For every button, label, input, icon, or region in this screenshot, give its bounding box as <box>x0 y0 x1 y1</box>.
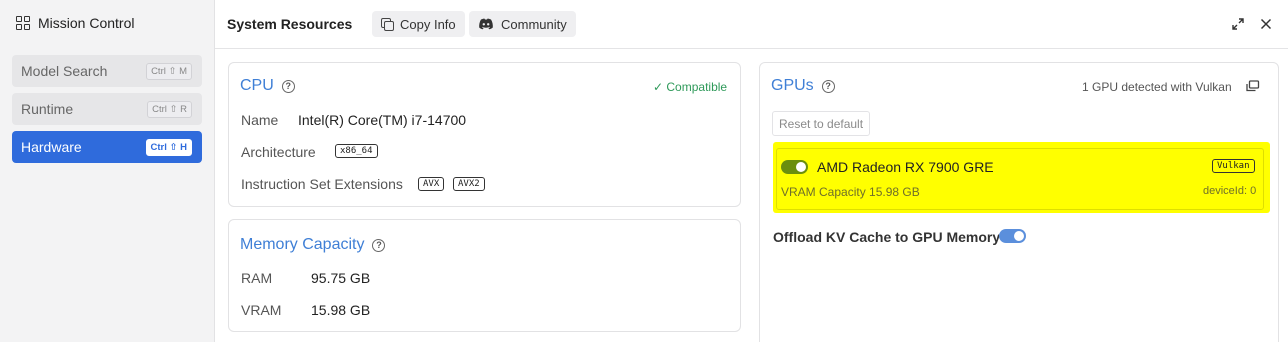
help-icon[interactable]: ? <box>372 238 386 252</box>
sidebar-item-label: Runtime <box>21 101 74 117</box>
grid-icon <box>16 16 30 30</box>
sidebar-item-model-search[interactable]: Model Search Ctrl ⇧ M <box>12 55 202 87</box>
gpu-device-id: deviceId: 0 <box>1203 185 1257 197</box>
cpu-title-text: CPU <box>240 77 274 94</box>
sidebar-item-label: Hardware <box>21 139 82 155</box>
gpu-item <box>773 142 1270 213</box>
community-label: Community <box>501 16 567 32</box>
header: System Resources Copy Info Community <box>215 0 1288 49</box>
memory-title-text: Memory Capacity <box>240 236 365 253</box>
gpu-backend-tag: Vulkan <box>1212 159 1255 173</box>
sidebar: Mission Control Model Search Ctrl ⇧ M Ru… <box>0 0 215 342</box>
shortcut-badge: Ctrl ⇧ M <box>146 62 192 80</box>
gpus-title-text: GPUs <box>771 77 814 94</box>
copy-info-label: Copy Info <box>400 16 456 32</box>
expand-icon[interactable] <box>1230 16 1246 32</box>
vram-label: VRAM <box>241 302 282 318</box>
compatibility-status: ✓ Compatible <box>653 80 728 94</box>
gpu-item-inner <box>776 148 1264 210</box>
gpu-enable-toggle[interactable] <box>781 160 808 174</box>
help-icon[interactable]: ? <box>281 79 295 93</box>
community-button[interactable]: Community <box>469 11 576 37</box>
gpu-name: AMD Radeon RX 7900 GRE <box>817 159 994 175</box>
sidebar-item-runtime[interactable]: Runtime Ctrl ⇧ R <box>12 93 202 125</box>
help-icon[interactable]: ? <box>821 79 835 93</box>
cpu-name-label: Name <box>241 112 279 128</box>
copy-icon[interactable] <box>1246 80 1260 92</box>
cpu-architecture-label: Architecture <box>241 144 316 160</box>
page-title: System Resources <box>227 16 353 32</box>
close-icon[interactable] <box>1258 16 1274 32</box>
vram-value: 15.98 GB <box>311 302 371 318</box>
offload-kv-toggle[interactable] <box>999 229 1026 243</box>
discord-icon <box>479 18 493 30</box>
gpu-vram-capacity: VRAM Capacity 15.98 GB <box>781 185 920 199</box>
reset-to-default-button[interactable]: Reset to default <box>772 111 871 136</box>
gpu-detected-text: 1 GPU detected with Vulkan <box>1082 80 1232 94</box>
shortcut-badge: Ctrl ⇧ H <box>145 138 192 156</box>
reset-label: Reset to default <box>779 116 864 131</box>
cpu-name-value: Intel(R) Core(TM) i7-14700 <box>298 112 467 128</box>
isa-tag-avx: AVX <box>418 177 445 191</box>
sidebar-item-hardware[interactable]: Hardware Ctrl ⇧ H <box>12 131 202 163</box>
cpu-title: CPU ? <box>240 77 295 95</box>
gpus-title: GPUs ? <box>771 77 835 95</box>
ram-label: RAM <box>241 270 273 286</box>
architecture-tag: x86_64 <box>335 144 378 158</box>
copy-icon <box>381 18 394 31</box>
offload-kv-label: Offload KV Cache to GPU Memory <box>773 229 1001 245</box>
sidebar-item-label: Model Search <box>21 63 108 79</box>
sidebar-header: Mission Control <box>16 15 134 31</box>
memory-title: Memory Capacity ? <box>240 236 386 254</box>
sidebar-title: Mission Control <box>38 15 135 31</box>
copy-info-button[interactable]: Copy Info <box>372 11 465 37</box>
isa-tag-avx2: AVX2 <box>453 177 485 191</box>
shortcut-badge: Ctrl ⇧ R <box>147 100 192 118</box>
ram-value: 95.75 GB <box>311 270 371 286</box>
cpu-isa-label: Instruction Set Extensions <box>241 176 403 192</box>
